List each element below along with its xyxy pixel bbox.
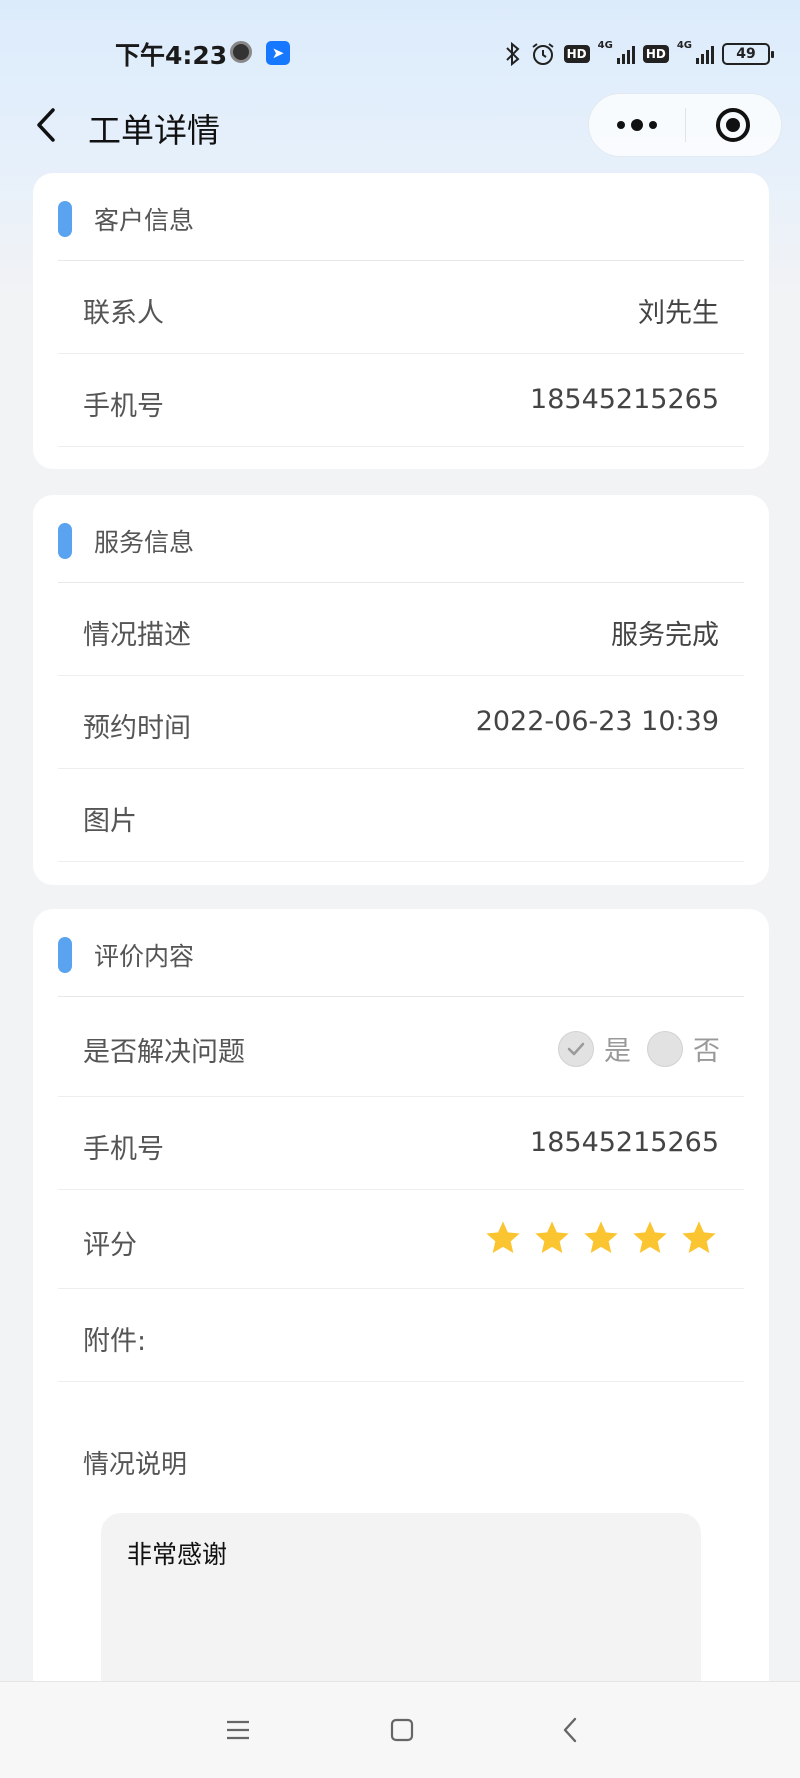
status-bar: 下午4:23 ➤ HD 4G HD 4G 49: [0, 0, 800, 100]
home-square-icon: [390, 1718, 414, 1742]
chevron-left-icon: [37, 108, 55, 142]
back-chevron-icon: [563, 1717, 577, 1743]
target-close-icon: [716, 108, 751, 142]
phone-row: 手机号 18545215265: [58, 354, 744, 447]
rating-row: 评分: [58, 1190, 744, 1289]
page-title: 工单详情: [88, 111, 220, 150]
section-header: 评价内容: [58, 909, 744, 997]
bluetooth-icon: [504, 42, 522, 66]
star-icon[interactable]: [483, 1218, 523, 1258]
network-label: 4G: [597, 40, 613, 51]
nav-bar: 工单详情: [0, 90, 800, 160]
signal-icon: [616, 44, 635, 64]
signal-icon-2: [696, 44, 714, 64]
images-label: 图片: [83, 806, 137, 837]
situation-text: 非常感谢: [127, 1540, 228, 1569]
eval-phone-label: 手机号: [83, 1134, 164, 1165]
menu-button[interactable]: [218, 1710, 258, 1750]
section-accent-bar: [58, 201, 72, 237]
radio-yes[interactable]: [558, 1030, 594, 1067]
customer-info-card: 客户信息 联系人 刘先生 手机号 18545215265: [33, 173, 769, 469]
star-icon[interactable]: [630, 1218, 670, 1258]
more-button[interactable]: [589, 94, 685, 156]
resolved-label: 是否解决问题: [83, 1037, 245, 1068]
appointment-value: 2022-06-23 10:39: [475, 706, 719, 737]
attachment-label: 附件:: [83, 1326, 147, 1357]
phone-value[interactable]: 18545215265: [530, 384, 719, 415]
back-button[interactable]: [26, 102, 66, 148]
battery-icon: 49: [722, 43, 774, 65]
section-header: 服务信息: [58, 495, 744, 583]
situation-textarea[interactable]: 非常感谢: [101, 1513, 701, 1709]
contact-row: 联系人 刘先生: [58, 261, 744, 354]
section-accent-bar: [58, 937, 72, 973]
feishu-app-icon: ➤: [266, 41, 290, 65]
hd-badge-2: HD: [642, 45, 669, 63]
home-button[interactable]: [382, 1710, 422, 1750]
radio-yes-label: 是: [604, 1036, 631, 1067]
section-accent-bar: [58, 523, 72, 559]
hd-badge: HD: [563, 45, 590, 63]
section-title: 服务信息: [94, 528, 195, 557]
status-time: 下午4:23: [115, 41, 228, 70]
radio-no[interactable]: [647, 1030, 683, 1067]
status-indicators: HD 4G HD 4G 49: [504, 40, 774, 68]
system-back-button[interactable]: [550, 1710, 590, 1750]
appointment-row: 预约时间 2022-06-23 10:39: [58, 676, 744, 769]
evaluation-card: 评价内容 是否解决问题 是 否 手机号 18545215265 评分 附件: 情…: [33, 909, 769, 1709]
service-info-card: 服务信息 情况描述 服务完成 预约时间 2022-06-23 10:39 图片: [33, 495, 769, 885]
section-title: 评价内容: [94, 942, 195, 971]
situation-label: 情况说明: [83, 1450, 188, 1480]
description-row: 情况描述 服务完成: [58, 583, 744, 676]
more-dots-icon: [616, 119, 657, 131]
description-value: 服务完成: [611, 620, 719, 651]
eval-phone-row: 手机号 18545215265: [58, 1097, 744, 1190]
menu-icon: [227, 1720, 249, 1740]
star-icon[interactable]: [532, 1218, 572, 1258]
star-rating[interactable]: [483, 1218, 719, 1258]
contact-value: 刘先生: [638, 298, 719, 329]
network-label-2: 4G: [676, 40, 692, 51]
star-icon[interactable]: [679, 1218, 719, 1258]
attachment-row: 附件:: [58, 1289, 744, 1382]
section-header: 客户信息: [58, 173, 744, 261]
description-label: 情况描述: [83, 620, 191, 651]
check-icon: [567, 1042, 585, 1055]
alarm-icon: [530, 41, 556, 67]
images-row: 图片: [58, 769, 744, 862]
resolved-radio-group: 是 否: [558, 1029, 726, 1068]
mini-program-capsule: [588, 93, 782, 157]
contact-label: 联系人: [83, 298, 164, 329]
system-nav-bar: [0, 1681, 800, 1778]
close-button[interactable]: [686, 94, 782, 156]
appointment-label: 预约时间: [83, 713, 191, 744]
section-title: 客户信息: [94, 206, 195, 235]
star-icon[interactable]: [581, 1218, 621, 1258]
phone-label: 手机号: [83, 391, 164, 422]
eval-phone-value[interactable]: 18545215265: [530, 1127, 719, 1158]
resolved-row: 是否解决问题 是 否: [58, 997, 744, 1097]
clock-app-icon: [230, 41, 252, 63]
page: 下午4:23 ➤ HD 4G HD 4G 49 工单详情 客户信息 联系人 刘先…: [0, 0, 800, 1778]
rating-label: 评分: [83, 1230, 137, 1261]
radio-no-label: 否: [693, 1036, 720, 1067]
